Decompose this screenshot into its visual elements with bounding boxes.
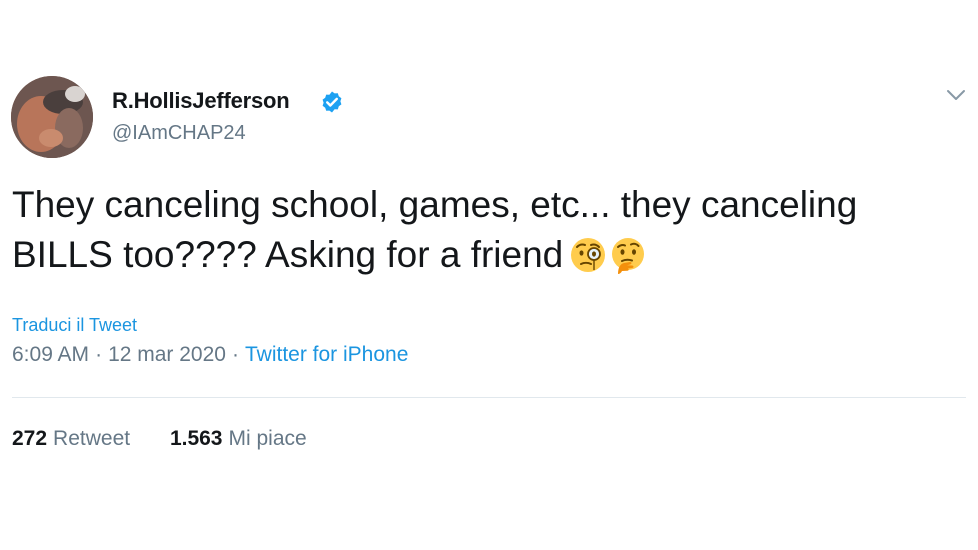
translate-tweet-link[interactable]: Traduci il Tweet [12,315,137,336]
meta-separator: · [231,343,239,366]
tweet-meta: 6:09 AM · 12 mar 2020 · Twitter for iPhone [12,343,408,367]
thinking-face-icon [612,238,645,274]
likes-count: 1.563 [169,427,223,450]
retweets-stat[interactable]: 272 Retweet [12,427,130,451]
tweet-date[interactable]: 12 mar 2020 [108,343,226,366]
likes-stat[interactable]: 1.563 Mi piace [170,427,307,451]
user-handle[interactable]: @IAmCHAP24 [112,122,246,145]
tweet-time[interactable]: 6:09 AM [12,343,89,366]
tweet-source-link[interactable]: Twitter for iPhone [245,343,408,366]
chevron-down-icon[interactable] [945,88,967,102]
avatar[interactable] [11,76,93,158]
verified-badge-icon [322,91,342,113]
tweet-body: They canceling school, games, etc... the… [12,184,858,275]
retweets-label: Retweet [53,427,131,450]
retweets-count: 272 [12,427,48,450]
tweet-card: R.HollisJefferson @IAmCHAP24 They cancel… [0,0,978,550]
likes-label: Mi piace [228,427,307,450]
face-with-monocle-icon [571,238,606,272]
meta-separator: · [95,343,103,366]
avatar-photo [11,76,93,158]
display-name[interactable]: R.HollisJefferson [112,88,290,114]
tweet-stats: 272 Retweet 1.563 Mi piace [12,427,307,451]
divider [12,397,966,398]
tweet-text: They canceling school, games, etc... the… [12,180,932,280]
